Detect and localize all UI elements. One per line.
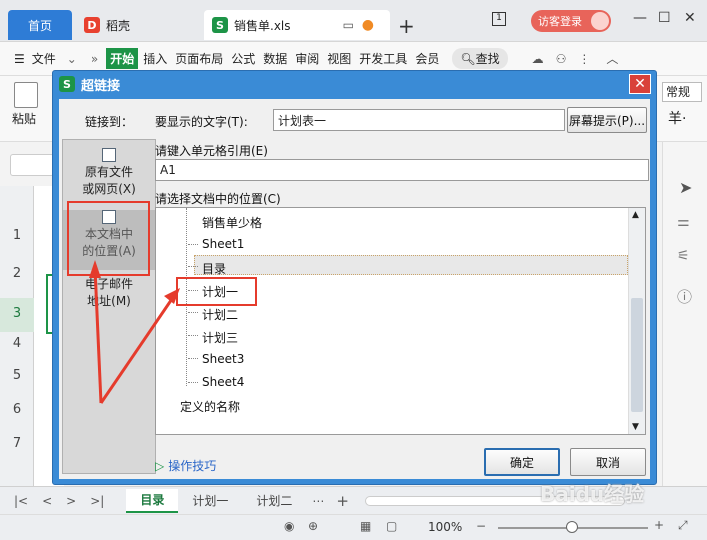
annotation-arrow-line: [99, 292, 178, 404]
annotation-arrowhead: [164, 288, 180, 304]
watermark-logo: Baidu经验: [540, 482, 645, 506]
annotation-arrow-line: [93, 267, 103, 404]
annotation-arrows: [89, 260, 180, 404]
annotation-arrowhead: [89, 260, 101, 278]
